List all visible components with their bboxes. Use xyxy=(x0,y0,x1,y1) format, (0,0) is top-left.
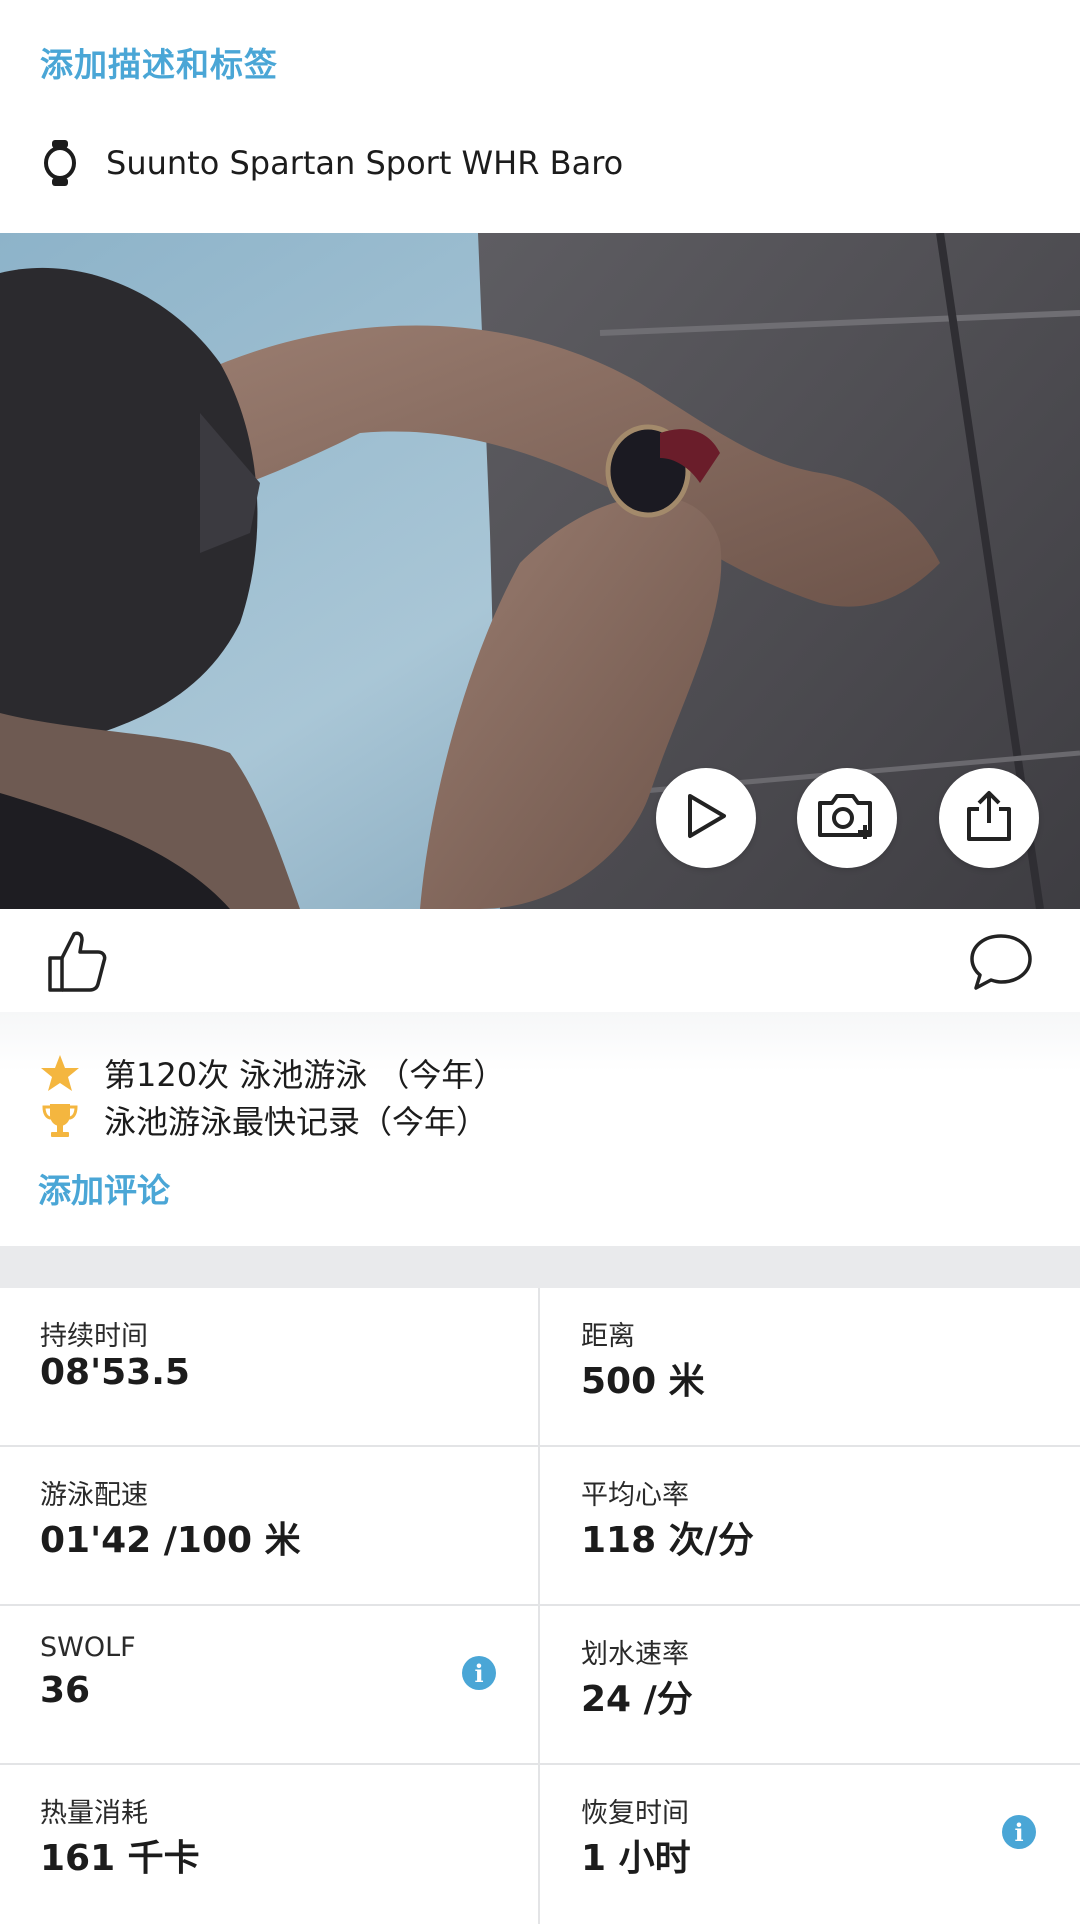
stat-label: 恢复时间 xyxy=(581,1798,689,1829)
comment-bubble-icon[interactable] xyxy=(968,932,1034,996)
add-comment-link[interactable]: 添加评论 xyxy=(38,1164,170,1212)
stat-label: 持续时间 xyxy=(40,1321,148,1352)
stat-value: 24 /分 xyxy=(581,1679,693,1720)
section-divider xyxy=(0,1246,1080,1288)
stat-swolf: SWOLF 36 i xyxy=(0,1606,540,1765)
stat-value: 1 小时 xyxy=(581,1838,691,1879)
photo-illustration xyxy=(0,233,1080,909)
trophy-icon xyxy=(38,1098,82,1142)
star-icon xyxy=(38,1051,82,1095)
achievement-item: 第120次 泳池游泳 （今年） xyxy=(38,1050,505,1096)
share-icon xyxy=(965,789,1013,847)
stat-value: 01'42 /100 米 xyxy=(40,1520,301,1561)
achievements-section: 第120次 泳池游泳 （今年） 泳池游泳最快记录（今年） 添加评论 xyxy=(0,1012,1080,1246)
stats-grid: 持续时间 08'53.5 距离 500 米 游泳配速 01'42 /100 米 … xyxy=(0,1288,1080,1924)
add-description-link[interactable]: 添加描述和标签 xyxy=(40,38,278,86)
stat-recovery-time: 恢复时间 1 小时 i xyxy=(540,1765,1080,1924)
stat-value: 161 千卡 xyxy=(40,1838,200,1879)
stat-stroke-rate: 划水速率 24 /分 xyxy=(540,1606,1080,1765)
play-icon xyxy=(684,792,728,844)
stat-label: 距离 xyxy=(581,1321,635,1352)
info-icon[interactable]: i xyxy=(1002,1815,1036,1849)
stat-label: 划水速率 xyxy=(581,1639,689,1670)
info-icon[interactable]: i xyxy=(462,1656,496,1690)
stat-value: 500 米 xyxy=(581,1361,705,1402)
play-button[interactable] xyxy=(656,768,756,868)
stat-value: 118 次/分 xyxy=(581,1520,754,1561)
achievement-text: 第120次 泳池游泳 （今年） xyxy=(104,1056,506,1094)
add-photo-button[interactable] xyxy=(797,768,897,868)
stat-value: 36 xyxy=(40,1670,91,1711)
stat-avg-heart-rate: 平均心率 118 次/分 xyxy=(540,1447,1080,1606)
watch-icon xyxy=(40,138,80,188)
achievement-text: 泳池游泳最快记录（今年） xyxy=(104,1103,489,1141)
social-bar xyxy=(0,910,1080,1012)
device-name: Suunto Spartan Sport WHR Baro xyxy=(106,144,624,182)
device-row: Suunto Spartan Sport WHR Baro xyxy=(40,138,623,188)
activity-photo[interactable] xyxy=(0,233,1080,909)
stat-label: 游泳配速 xyxy=(40,1480,148,1511)
stat-label: 热量消耗 xyxy=(40,1798,148,1829)
add-photo-icon xyxy=(816,791,878,845)
stat-label: SWOLF xyxy=(40,1632,136,1663)
stat-value: 08'53.5 xyxy=(40,1352,190,1393)
share-button[interactable] xyxy=(939,768,1039,868)
achievement-item: 泳池游泳最快记录（今年） xyxy=(38,1097,488,1143)
stat-calories: 热量消耗 161 千卡 xyxy=(0,1765,540,1924)
thumbs-up-icon[interactable] xyxy=(46,928,108,998)
stat-label: 平均心率 xyxy=(581,1480,689,1511)
stat-swim-pace: 游泳配速 01'42 /100 米 xyxy=(0,1447,540,1606)
stat-distance: 距离 500 米 xyxy=(540,1288,1080,1447)
stat-duration: 持续时间 08'53.5 xyxy=(0,1288,540,1447)
